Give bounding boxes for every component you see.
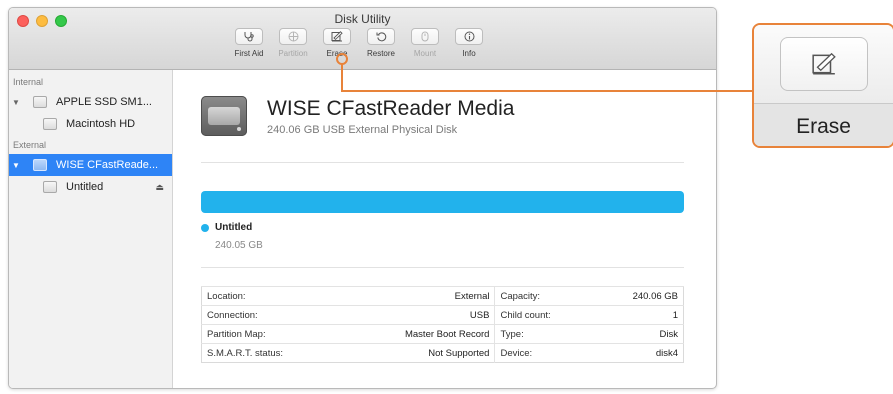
callout-button-area: [754, 25, 893, 104]
callout-line: [341, 64, 752, 92]
erase-callout: Erase: [752, 23, 893, 148]
erase-button-zoomed[interactable]: [779, 37, 868, 91]
callout-label: Erase: [754, 104, 893, 146]
erase-icon: [811, 52, 836, 75]
callout-marker: [336, 53, 348, 65]
